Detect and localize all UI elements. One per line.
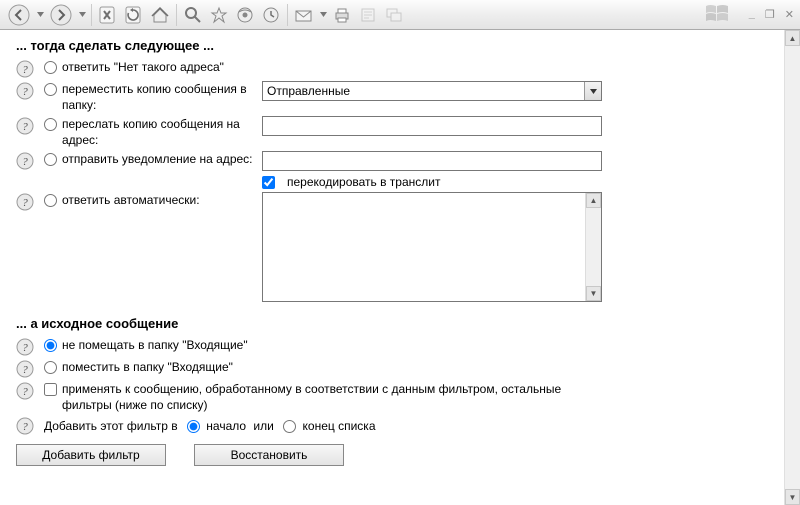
windows-flag-icon: [703, 4, 731, 24]
close-icon[interactable]: ✕: [785, 8, 794, 21]
favorites-icon[interactable]: [207, 3, 231, 27]
apply-rest-checkbox[interactable]: [44, 383, 57, 396]
action-label: ответить автоматически:: [62, 192, 262, 208]
svg-text:?: ?: [22, 86, 28, 98]
source-row-put-inbox: ? поместить в папку "Входящие": [16, 359, 768, 378]
translit-checkbox[interactable]: [262, 176, 275, 189]
action-label: ответить "Нет такого адреса": [62, 59, 768, 75]
search-icon[interactable]: [181, 3, 205, 27]
action-radio-forward-copy[interactable]: [44, 118, 57, 131]
help-icon[interactable]: ?: [16, 82, 34, 100]
svg-text:?: ?: [22, 197, 28, 209]
edit-icon[interactable]: [356, 3, 380, 27]
help-icon[interactable]: ?: [16, 382, 34, 400]
svg-text:?: ?: [22, 386, 28, 398]
help-icon[interactable]: ?: [16, 117, 34, 135]
action-row-reply-no-address: ? ответить "Нет такого адреса": [16, 59, 768, 78]
help-icon[interactable]: ?: [16, 152, 34, 170]
svg-text:?: ?: [22, 156, 28, 168]
back-icon[interactable]: [5, 1, 33, 29]
svg-text:?: ?: [22, 342, 28, 354]
action-row-send-notify: ? отправить уведомление на адрес: переко…: [16, 151, 768, 189]
textarea-scrollbar[interactable]: ▲ ▼: [585, 193, 601, 301]
help-icon[interactable]: ?: [16, 338, 34, 356]
svg-text:?: ?: [22, 121, 28, 133]
svg-text:?: ?: [22, 421, 28, 433]
stop-icon[interactable]: [96, 3, 120, 27]
browser-toolbar: _ ❐ ✕: [0, 0, 800, 30]
insert-position-text: Добавить этот фильтр в начало или конец …: [44, 416, 768, 436]
apply-rest-label: применять к сообщению, обработанному в с…: [62, 381, 622, 413]
source-label: не помещать в папку "Входящие": [62, 337, 768, 353]
insert-position-row: ? Добавить этот фильтр в начало или коне…: [16, 416, 768, 436]
media-icon[interactable]: [233, 3, 257, 27]
help-icon[interactable]: ?: [16, 193, 34, 211]
action-radio-send-notify[interactable]: [44, 153, 57, 166]
help-icon[interactable]: ?: [16, 417, 34, 435]
source-radio-skip-inbox[interactable]: [44, 339, 57, 352]
button-row: Добавить фильтр Восстановить: [16, 444, 768, 466]
help-icon[interactable]: ?: [16, 60, 34, 78]
back-dropdown-icon[interactable]: [35, 3, 45, 27]
svg-text:?: ?: [22, 364, 28, 376]
source-radio-put-inbox[interactable]: [44, 361, 57, 374]
svg-text:?: ?: [22, 64, 28, 76]
auto-reply-textarea[interactable]: ▲ ▼: [262, 192, 602, 302]
mail-icon[interactable]: [292, 3, 316, 27]
action-radio-reply-no-address[interactable]: [44, 61, 57, 74]
source-label: поместить в папку "Входящие": [62, 359, 768, 375]
action-row-auto-reply: ? ответить автоматически: ▲ ▼: [16, 192, 768, 302]
folder-select-value: Отправленные: [267, 84, 350, 98]
insert-radio-begin[interactable]: [187, 420, 200, 433]
action-row-move-copy: ? переместить копию сообщения в папку: О…: [16, 81, 768, 113]
help-icon[interactable]: ?: [16, 360, 34, 378]
history-icon[interactable]: [259, 3, 283, 27]
add-filter-button[interactable]: Добавить фильтр: [16, 444, 166, 466]
forward-dropdown-icon[interactable]: [77, 3, 87, 27]
page-content: ... тогда сделать следующее ... ? ответи…: [0, 30, 784, 505]
action-label: переслать копию сообщения на адрес:: [62, 116, 262, 148]
home-icon[interactable]: [148, 3, 172, 27]
restore-button[interactable]: Восстановить: [194, 444, 344, 466]
forward-icon[interactable]: [47, 1, 75, 29]
action-row-forward-copy: ? переслать копию сообщения на адрес:: [16, 116, 768, 148]
restore-icon[interactable]: ❐: [765, 8, 775, 21]
translit-label: перекодировать в транслит: [287, 175, 440, 189]
action-radio-move-copy[interactable]: [44, 83, 57, 96]
notify-address-input[interactable]: [262, 151, 602, 171]
action-label: переместить копию сообщения в папку:: [62, 81, 262, 113]
source-row-skip-inbox: ? не помещать в папку "Входящие": [16, 337, 768, 356]
discuss-icon[interactable]: [382, 3, 406, 27]
action-radio-auto-reply[interactable]: [44, 194, 57, 207]
print-icon[interactable]: [330, 3, 354, 27]
insert-radio-end[interactable]: [283, 420, 296, 433]
window-controls: _ ❐ ✕: [703, 4, 794, 24]
mail-dropdown-icon[interactable]: [318, 3, 328, 27]
section-source-title: ... а исходное сообщение: [16, 316, 768, 331]
minimize-icon[interactable]: _: [749, 8, 755, 20]
refresh-icon[interactable]: [122, 3, 146, 27]
forward-address-input[interactable]: [262, 116, 602, 136]
action-label: отправить уведомление на адрес:: [62, 151, 262, 167]
folder-select[interactable]: Отправленные: [262, 81, 602, 101]
chevron-down-icon: [584, 82, 601, 100]
apply-rest-row: ? применять к сообщению, обработанному в…: [16, 381, 768, 413]
section-actions-title: ... тогда сделать следующее ...: [16, 38, 768, 53]
page-scrollbar[interactable]: ▲ ▼: [784, 30, 800, 505]
